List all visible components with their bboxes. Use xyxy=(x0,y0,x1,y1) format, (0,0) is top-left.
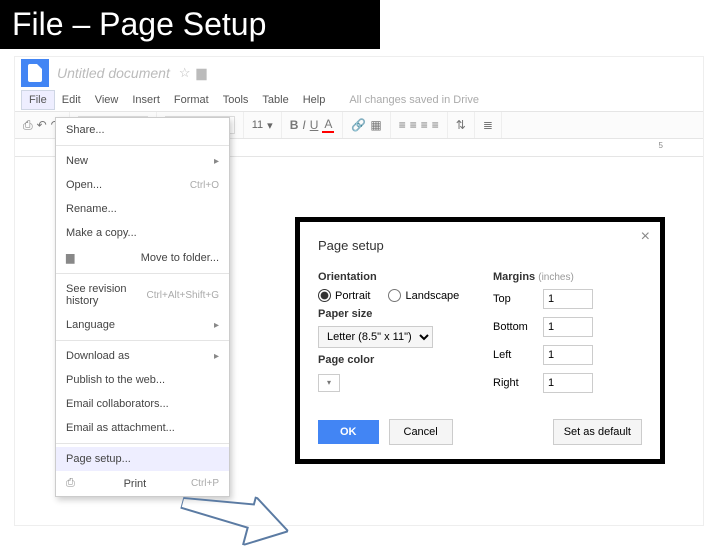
align-right-icon[interactable]: ≡ xyxy=(421,118,428,132)
menu-view[interactable]: View xyxy=(88,91,126,109)
bold-icon[interactable]: B xyxy=(290,118,299,132)
margin-top-label: Top xyxy=(493,293,543,305)
screenshot-frame: Untitled document ☆ ▆ File Edit View Ins… xyxy=(14,56,704,526)
page-setup-dialog: × Page setup Orientation Portrait Landsc… xyxy=(295,217,665,464)
menu-tools[interactable]: Tools xyxy=(216,91,256,109)
image-icon[interactable]: ▦ xyxy=(370,118,381,132)
line-spacing-icon[interactable]: ⇅ xyxy=(456,118,466,132)
menu-bar: File Edit View Insert Format Tools Table… xyxy=(15,89,703,111)
text-color-icon[interactable]: A xyxy=(322,117,334,133)
menu-item-email-collab[interactable]: Email collaborators... xyxy=(56,392,229,416)
menu-item-email-attach[interactable]: Email as attachment... xyxy=(56,416,229,440)
link-icon[interactable]: 🔗 xyxy=(351,118,366,132)
print-icon[interactable]: ⎙ xyxy=(23,118,33,133)
menu-edit[interactable]: Edit xyxy=(55,91,88,109)
margin-left-input[interactable] xyxy=(543,345,593,365)
menu-table[interactable]: Table xyxy=(255,91,295,109)
page-color-label: Page color xyxy=(318,354,467,366)
menu-item-move[interactable]: ▆Move to folder... xyxy=(56,245,229,270)
italic-icon[interactable]: I xyxy=(302,118,305,132)
set-default-button[interactable]: Set as default xyxy=(553,419,642,445)
close-icon[interactable]: × xyxy=(641,228,650,246)
save-status: All changes saved in Drive xyxy=(342,91,486,109)
menu-file[interactable]: File xyxy=(21,90,55,110)
undo-icon[interactable]: ↶ xyxy=(37,118,47,132)
slide-title: File – Page Setup xyxy=(0,0,380,49)
ruler-tick: 5 xyxy=(659,141,663,150)
file-menu-dropdown: Share... New▸ Open...Ctrl+O Rename... Ma… xyxy=(55,117,230,497)
orientation-label: Orientation xyxy=(318,271,467,283)
menu-item-publish[interactable]: Publish to the web... xyxy=(56,368,229,392)
folder-move-icon: ▆ xyxy=(66,251,74,264)
radio-landscape[interactable]: Landscape xyxy=(388,289,459,302)
submenu-arrow-icon: ▸ xyxy=(214,351,219,362)
dialog-title: Page setup xyxy=(318,238,642,253)
app-header: Untitled document ☆ ▆ xyxy=(15,57,703,89)
margin-bottom-label: Bottom xyxy=(493,321,543,333)
radio-portrait[interactable]: Portrait xyxy=(318,289,370,302)
submenu-arrow-icon: ▸ xyxy=(214,156,219,167)
folder-icon[interactable]: ▆ xyxy=(197,65,207,81)
menu-format[interactable]: Format xyxy=(167,91,216,109)
paper-size-select[interactable]: Letter (8.5" x 11") xyxy=(318,326,433,348)
align-justify-icon[interactable]: ≡ xyxy=(432,118,439,132)
margin-left-label: Left xyxy=(493,349,543,361)
submenu-arrow-icon: ▸ xyxy=(214,320,219,331)
menu-item-rename[interactable]: Rename... xyxy=(56,197,229,221)
underline-icon[interactable]: U xyxy=(310,118,319,132)
align-left-icon[interactable]: ≡ xyxy=(399,118,406,132)
list-icon[interactable]: ≣ xyxy=(483,118,493,132)
margin-bottom-input[interactable] xyxy=(543,317,593,337)
margins-label: Margins (inches) xyxy=(493,271,642,283)
docs-logo xyxy=(21,59,49,87)
menu-item-open[interactable]: Open...Ctrl+O xyxy=(56,173,229,197)
font-size[interactable]: 11 xyxy=(252,119,263,131)
annotation-arrow-icon xyxy=(175,479,294,555)
menu-item-download[interactable]: Download as▸ xyxy=(56,344,229,368)
star-icon[interactable]: ☆ xyxy=(179,65,191,81)
margin-right-label: Right xyxy=(493,377,543,389)
menu-item-language[interactable]: Language▸ xyxy=(56,313,229,337)
menu-item-share[interactable]: Share... xyxy=(56,118,229,142)
ok-button[interactable]: OK xyxy=(318,420,379,444)
margin-right-input[interactable] xyxy=(543,373,593,393)
menu-item-new[interactable]: New▸ xyxy=(56,149,229,173)
page-color-swatch[interactable]: ▾ xyxy=(318,374,340,392)
menu-item-copy[interactable]: Make a copy... xyxy=(56,221,229,245)
menu-help[interactable]: Help xyxy=(296,91,333,109)
margin-top-input[interactable] xyxy=(543,289,593,309)
menu-insert[interactable]: Insert xyxy=(125,91,167,109)
menu-item-page-setup[interactable]: Page setup... xyxy=(56,447,229,471)
document-title[interactable]: Untitled document xyxy=(57,65,170,81)
print-menu-icon: ⎙ xyxy=(66,477,75,490)
paper-size-label: Paper size xyxy=(318,308,467,320)
align-center-icon[interactable]: ≡ xyxy=(410,118,417,132)
cancel-button[interactable]: Cancel xyxy=(389,419,453,445)
menu-item-history[interactable]: See revision historyCtrl+Alt+Shift+G xyxy=(56,277,229,313)
